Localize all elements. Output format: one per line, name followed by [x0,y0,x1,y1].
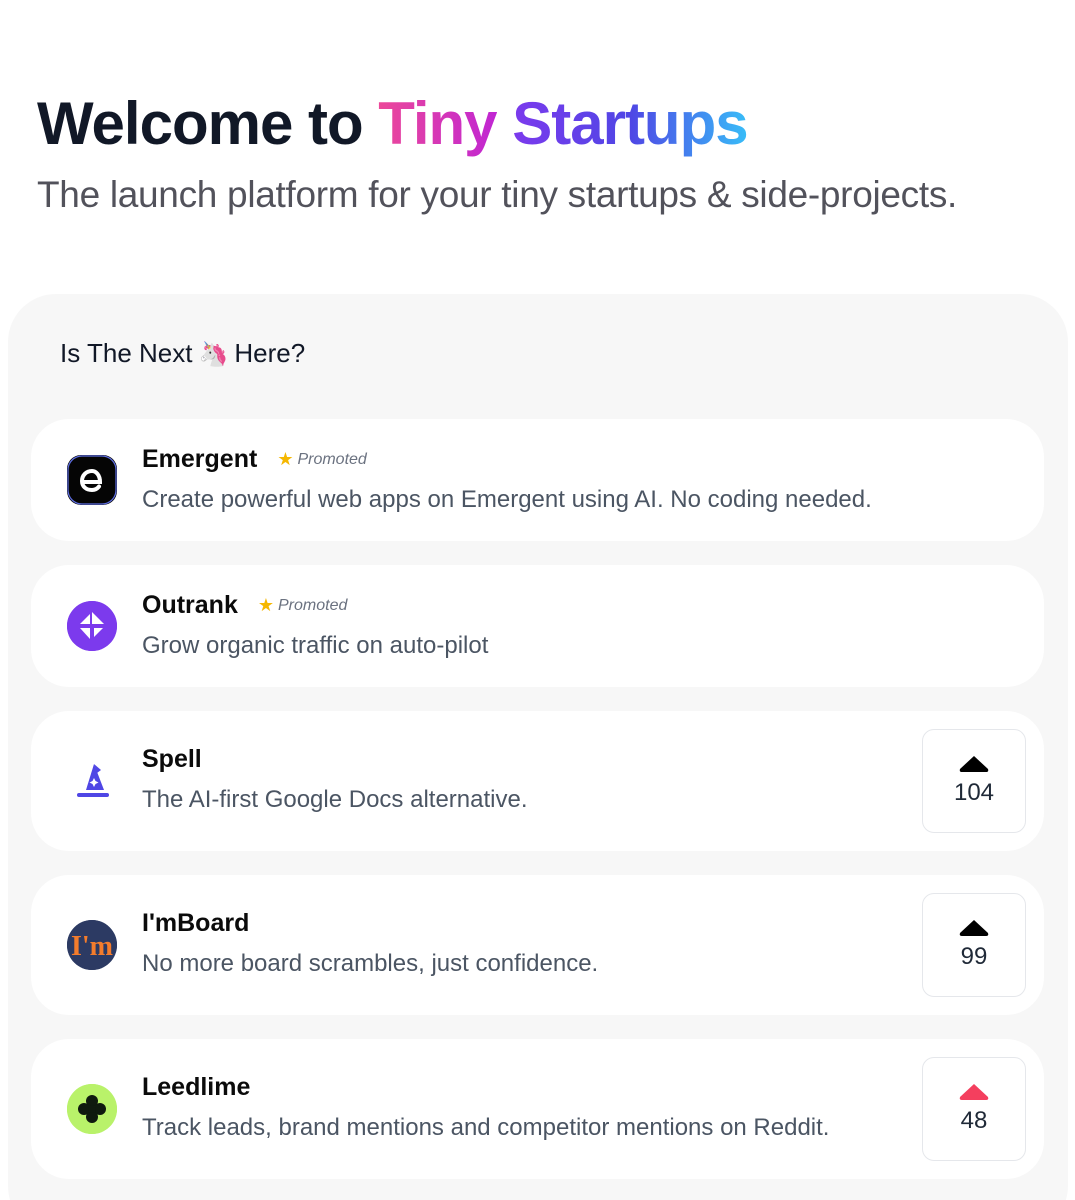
upvote-count: 48 [960,1107,988,1134]
wizard-hat-icon [67,756,117,806]
upvote-arrow-icon [959,1084,989,1100]
product-card-emergent[interactable]: Emergent ★ Promoted Create powerful web a… [31,419,1044,541]
hero: Welcome to Tiny Startups The launch plat… [37,88,1047,216]
product-name[interactable]: I'mBoard [142,909,249,938]
product-name[interactable]: Leedlime [142,1073,250,1102]
product-description: The AI-first Google Docs alternative. [142,786,528,813]
product-card-outrank[interactable]: Outrank ★ Promoted Grow organic traffic o… [31,565,1044,687]
product-info: Leedlime Track leads, brand mentions and… [142,1073,829,1142]
section-title: Is The Next 🦄 Here? [60,338,305,369]
star-icon: ★ [277,449,294,470]
hero-subtitle: The launch platform for your tiny startu… [37,174,958,215]
upvote-button[interactable]: 48 [922,1057,1026,1161]
product-name[interactable]: Emergent [142,445,257,474]
product-info: Emergent ★ Promoted Create powerful web a… [142,445,872,514]
product-description: Grow organic traffic on auto-pilot [142,632,489,659]
upvote-arrow-icon [959,756,989,772]
hero-title-tiny: Tiny [378,90,497,157]
hero-title: Welcome to Tiny Startups [37,88,1047,160]
upvote-count: 99 [960,943,988,970]
product-name[interactable]: Outrank [142,591,238,620]
promoted-label: Promoted [278,596,348,614]
clover-icon [67,1084,117,1134]
hero-title-prefix: Welcome to [37,90,379,157]
product-card-imboard[interactable]: I'm I'mBoard No more board scrambles, ju… [31,875,1044,1015]
svg-text:I'm: I'm [71,931,113,962]
launch-panel: Is The Next 🦄 Here? Emergent ★ Promoted C… [8,294,1068,1200]
upvote-button[interactable]: 99 [922,893,1026,997]
promoted-label: Promoted [297,450,367,468]
product-description: No more board scrambles, just confidence… [142,950,599,977]
section-title-before: Is The Next [60,338,193,368]
star-icon: ★ [257,595,274,616]
section-title-after: Here? [234,338,306,368]
promoted-badge: ★ Promoted [277,449,367,470]
product-info: I'mBoard No more board scrambles, just c… [142,909,598,978]
product-description: Create powerful web apps on Emergent usi… [142,486,872,513]
upvote-count: 104 [953,779,995,806]
promoted-badge: ★ Promoted [258,595,348,616]
upvote-button[interactable]: 104 [922,729,1026,833]
product-description: Track leads, brand mentions and competit… [142,1114,830,1141]
outrank-logo-icon [67,601,117,651]
product-card-spell[interactable]: Spell The AI-first Google Docs alternati… [31,711,1044,851]
emergent-logo-icon [67,455,117,505]
product-card-leedlime[interactable]: Leedlime Track leads, brand mentions and… [31,1039,1044,1179]
hero-title-startups: Startups [512,90,748,157]
unicorn-icon: 🦄 [198,339,229,368]
product-info: Spell The AI-first Google Docs alternati… [142,745,528,814]
upvote-arrow-icon [959,920,989,936]
imboard-logo-icon: I'm [67,920,117,970]
product-name[interactable]: Spell [142,745,202,774]
product-info: Outrank ★ Promoted Grow organic traffic o… [142,591,488,660]
